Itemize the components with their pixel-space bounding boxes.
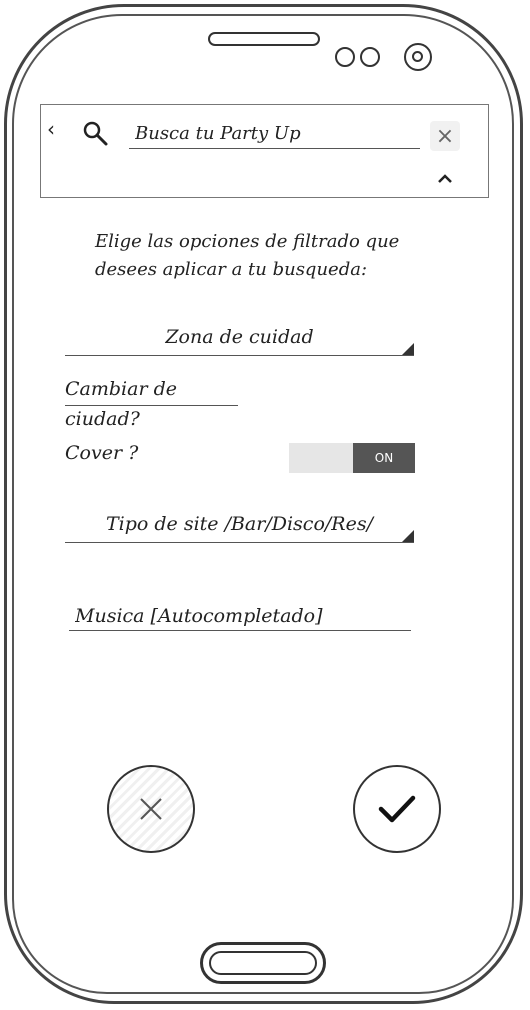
toggle-on-label: ON <box>353 443 415 473</box>
site-type-dropdown-label: Tipo de site /Bar/Disco/Res/ <box>105 513 373 535</box>
check-icon <box>378 795 416 823</box>
zone-dropdown-label: Zona de cuidad <box>165 326 314 348</box>
chevron-up-icon[interactable] <box>437 171 453 187</box>
dropdown-arrow-icon <box>402 530 414 542</box>
confirm-button[interactable] <box>353 765 441 853</box>
dropdown-arrow-icon <box>402 343 414 355</box>
music-autocomplete-input[interactable] <box>69 601 411 631</box>
toggle-off-track <box>289 443 353 473</box>
filter-instructions: Elige las opciones de filtrado que desee… <box>95 231 400 280</box>
search-input[interactable] <box>129 119 420 149</box>
clear-search-button[interactable]: × <box>430 121 460 151</box>
cover-toggle[interactable]: ON <box>289 443 415 473</box>
light-sensor <box>360 47 380 67</box>
cancel-button[interactable] <box>107 765 195 853</box>
chevron-left-icon[interactable]: ‹ <box>47 117 55 141</box>
search-icon[interactable] <box>81 119 109 147</box>
speaker-grille <box>208 32 320 46</box>
change-city-link[interactable]: Cambiar de ciudad? <box>65 374 238 430</box>
cover-label: Cover ? <box>65 442 139 464</box>
close-icon <box>140 798 162 820</box>
search-panel: ‹ × <box>40 104 489 198</box>
proximity-sensor <box>335 47 355 67</box>
site-type-dropdown[interactable]: Tipo de site /Bar/Disco/Res/ <box>65 509 414 543</box>
home-button[interactable] <box>200 942 326 984</box>
front-camera-icon <box>404 43 432 71</box>
close-icon: × <box>435 123 455 149</box>
zone-dropdown[interactable]: Zona de cuidad <box>65 322 414 356</box>
